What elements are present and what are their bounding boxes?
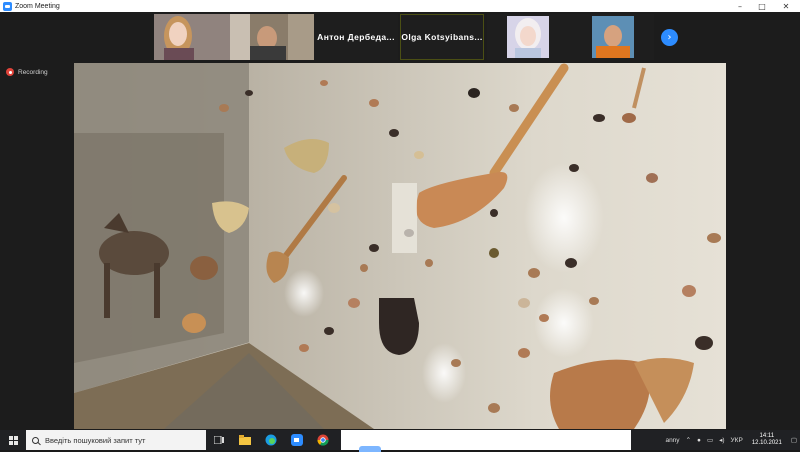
participant-tile-5[interactable] [487,14,571,60]
recording-icon [6,68,14,76]
zoom-icon [291,434,303,446]
microphone-icon[interactable]: ● [694,437,704,444]
window-title: Zoom Meeting [15,2,60,10]
main-video [74,63,726,429]
participant-name: Антон Дербеда... [317,32,395,42]
chevron-right-icon: › [667,32,672,43]
task-view-button[interactable] [206,430,232,450]
participant-tile-2[interactable] [230,14,314,60]
participant-video [154,14,238,60]
search-placeholder: Введіть пошуковий запит тут [45,435,146,445]
clock-date: 12.10.2021 [751,440,782,446]
network-icon[interactable]: ▭ [704,436,716,444]
volume-icon[interactable]: ◂) [716,436,727,444]
overlay-badge [359,446,381,452]
recording-indicator[interactable]: Recording [6,68,48,76]
zoom-app-icon [3,1,12,11]
next-participants-button[interactable]: › [661,29,678,46]
window-titlebar: Zoom Meeting – □ ✕ [0,0,800,12]
file-explorer-button[interactable] [232,430,258,450]
notifications-icon[interactable]: ▢ [788,436,800,444]
zoom-taskbar-button[interactable] [284,430,310,450]
taskbar-search[interactable]: Введіть пошуковий запит тут [26,430,206,450]
edge-button[interactable] [258,430,284,450]
language-indicator[interactable]: УКР [728,437,746,444]
system-clock[interactable]: 14:11 12.10.2021 [746,433,788,447]
edge-icon [265,434,277,446]
participant-tile-6[interactable] [570,14,654,60]
tray-user-label[interactable]: anny [662,437,682,444]
recording-label: Recording [18,68,48,76]
chevron-up-icon[interactable]: ⌃ [683,436,694,444]
participant-name: Olga Kotsyibans... [401,32,483,42]
participant-tile-3[interactable]: Антон Дербеда... [314,14,398,60]
participant-video [230,14,314,60]
participant-video [487,14,571,60]
chrome-button[interactable] [310,430,336,450]
search-icon [32,436,39,444]
start-button[interactable] [0,430,26,450]
task-view-icon [214,436,224,444]
system-tray: anny ⌃ ● ▭ ◂) УКР 14:11 12.10.2021 ▢ [662,430,800,450]
meeting-window: Антон Дербеда... Olga Kotsyibans... › Re… [0,12,800,430]
maximize-button[interactable]: □ [750,0,774,12]
close-button[interactable]: ✕ [774,0,798,12]
participant-video [570,14,654,60]
windows-logo-icon [8,435,18,445]
chrome-icon [317,434,329,446]
folder-icon [239,435,251,445]
overlay-panel [341,430,631,452]
participant-tile-4[interactable]: Olga Kotsyibans... [400,14,484,60]
participant-tile-1[interactable] [154,14,238,60]
clock-time: 14:11 [759,433,775,439]
minimize-button[interactable]: – [728,0,752,12]
